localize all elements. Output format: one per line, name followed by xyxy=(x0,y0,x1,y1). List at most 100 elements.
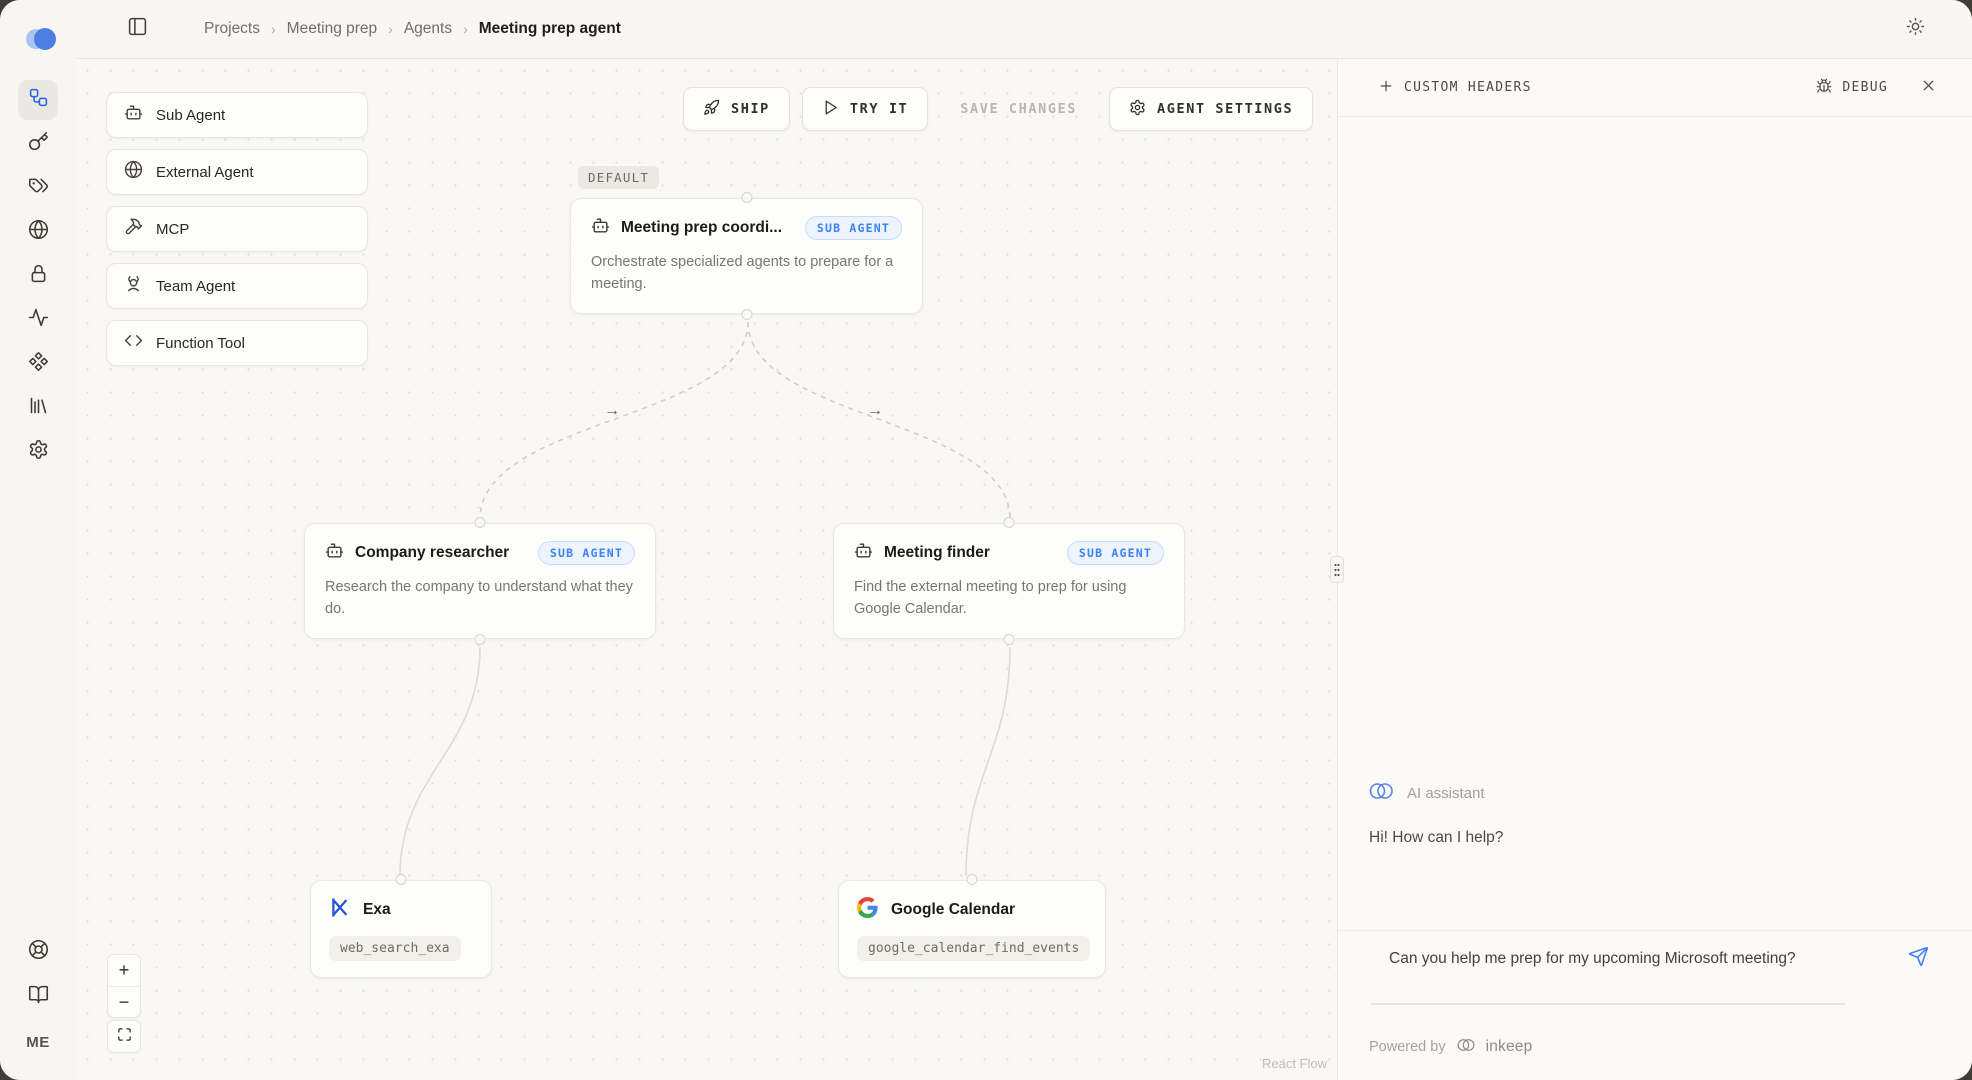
powered-by-label: Powered by xyxy=(1369,1039,1446,1055)
node-title: Meeting finder xyxy=(884,544,990,562)
node-title: Google Calendar xyxy=(891,901,1015,919)
breadcrumb-item-agents[interactable]: Agents xyxy=(404,20,452,38)
hammer-icon xyxy=(124,217,143,241)
node-title: Exa xyxy=(363,901,391,919)
rail-item-tags[interactable] xyxy=(18,168,58,208)
try-it-button-label: TRY IT xyxy=(850,101,908,117)
breadcrumb: Projects › Meeting prep › Agents › Meeti… xyxy=(204,20,621,38)
inkeep-brand-label: inkeep xyxy=(1486,1038,1533,1056)
node-handle[interactable] xyxy=(967,874,978,885)
sub-agent-badge: SUB AGENT xyxy=(805,216,902,240)
send-button[interactable] xyxy=(1908,946,1932,970)
flow-canvas[interactable]: → → Sub Agent External Agent MCP Team Ag… xyxy=(76,59,1337,1080)
palette-item-function-tool[interactable]: Function Tool xyxy=(106,320,368,366)
default-group-tag: DEFAULT xyxy=(578,166,659,189)
app-logo-icon[interactable] xyxy=(22,24,60,54)
canvas-zoom-controls: + − xyxy=(107,954,141,1053)
node-handle[interactable] xyxy=(1004,634,1015,645)
bot-icon xyxy=(854,541,873,565)
rail-item-activity[interactable] xyxy=(18,300,58,340)
send-icon xyxy=(1908,954,1929,971)
book-open-icon xyxy=(28,984,49,1010)
rail-item-keys[interactable] xyxy=(18,124,58,164)
sun-icon xyxy=(1906,17,1925,41)
gear-icon xyxy=(1129,99,1146,120)
agent-builder-window: ME Projects › Meeting prep › Agents › Me… xyxy=(0,0,1972,1080)
rail-item-docs[interactable] xyxy=(18,977,58,1017)
powered-by-footer[interactable]: Powered by inkeep xyxy=(1369,1036,1532,1058)
assistant-panel: CUSTOM HEADERS DEBUG AI assistant Hi! Ho… xyxy=(1337,59,1972,1080)
rail-item-graph[interactable] xyxy=(18,80,58,120)
bot-icon xyxy=(591,216,610,240)
node-company-researcher[interactable]: Company researcher SUB AGENT Research th… xyxy=(304,523,656,639)
palette-item-team-agent[interactable]: Team Agent xyxy=(106,263,368,309)
node-handle[interactable] xyxy=(475,634,486,645)
zoom-out-button[interactable]: − xyxy=(108,986,140,1017)
node-handle[interactable] xyxy=(396,874,407,885)
agent-settings-button[interactable]: AGENT SETTINGS xyxy=(1109,87,1313,131)
edge-direction-arrow: → xyxy=(867,402,883,420)
users-icon xyxy=(124,274,143,298)
palette-item-label: External Agent xyxy=(156,164,254,181)
bot-icon xyxy=(325,541,344,565)
assistant-greeting-message: Hi! How can I help? xyxy=(1369,829,1503,847)
workflow-icon xyxy=(28,87,49,113)
fit-view-button[interactable] xyxy=(108,1021,140,1052)
chat-input-container[interactable]: Can you help me prep for my upcoming Mic… xyxy=(1338,930,1972,1003)
rail-item-library[interactable] xyxy=(18,388,58,428)
react-flow-attribution[interactable]: React Flow xyxy=(1262,1056,1327,1071)
ship-button[interactable]: SHIP xyxy=(683,87,790,131)
canvas-toolbar: SHIP TRY IT SAVE CHANGES AGENT SETTINGS xyxy=(683,87,1313,131)
edge-coordinator-finder xyxy=(748,322,1010,519)
breadcrumb-current-page: Meeting prep agent xyxy=(479,20,621,38)
node-handle[interactable] xyxy=(741,192,752,203)
debug-button[interactable]: DEBUG xyxy=(1816,78,1888,98)
tool-id-tag: google_calendar_find_events xyxy=(857,936,1090,961)
panel-left-icon xyxy=(127,16,148,42)
palette-item-sub-agent[interactable]: Sub Agent xyxy=(106,92,368,138)
palette-item-label: MCP xyxy=(156,221,189,238)
user-avatar[interactable]: ME xyxy=(18,1022,58,1062)
node-handle[interactable] xyxy=(741,309,752,320)
node-meeting-finder[interactable]: Meeting finder SUB AGENT Find the extern… xyxy=(833,523,1185,639)
theme-toggle-button[interactable] xyxy=(1898,12,1932,46)
life-buoy-icon xyxy=(28,939,49,965)
breadcrumb-separator: › xyxy=(463,21,468,37)
maximize-icon xyxy=(117,1026,132,1047)
panel-resize-handle[interactable] xyxy=(1330,556,1344,583)
library-icon xyxy=(28,395,49,421)
rail-item-globe[interactable] xyxy=(18,212,58,252)
rail-item-help[interactable] xyxy=(18,932,58,972)
palette-item-external-agent[interactable]: External Agent xyxy=(106,149,368,195)
bug-icon xyxy=(1816,78,1832,98)
rail-item-credentials[interactable] xyxy=(18,256,58,296)
zoom-in-button[interactable]: + xyxy=(108,955,140,986)
node-meeting-prep-coordinator[interactable]: Meeting prep coordi... SUB AGENT Orchest… xyxy=(570,198,923,314)
bot-icon xyxy=(124,103,143,127)
node-exa-tool[interactable]: Exa web_search_exa xyxy=(310,880,492,978)
node-handle[interactable] xyxy=(1004,517,1015,528)
assistant-name: AI assistant xyxy=(1407,785,1485,802)
close-panel-button[interactable] xyxy=(1914,74,1942,102)
node-handle[interactable] xyxy=(475,517,486,528)
try-it-button[interactable]: TRY IT xyxy=(802,87,928,131)
rail-item-components[interactable] xyxy=(18,344,58,384)
breadcrumb-item-meeting-prep[interactable]: Meeting prep xyxy=(287,20,377,38)
palette-item-mcp[interactable]: MCP xyxy=(106,206,368,252)
assistant-panel-header: CUSTOM HEADERS DEBUG xyxy=(1338,59,1972,117)
save-changes-button-label: SAVE CHANGES xyxy=(960,101,1077,117)
code-icon xyxy=(124,331,143,355)
rail-item-settings[interactable] xyxy=(18,432,58,472)
google-logo-icon xyxy=(857,897,878,923)
chat-input[interactable]: Can you help me prep for my upcoming Mic… xyxy=(1389,946,1839,972)
save-changes-button[interactable]: SAVE CHANGES xyxy=(940,87,1097,131)
custom-headers-button[interactable]: CUSTOM HEADERS xyxy=(1378,78,1532,98)
inkeep-logo-icon xyxy=(1368,779,1395,808)
sidebar-toggle-button[interactable] xyxy=(120,12,154,46)
gear-icon xyxy=(28,439,49,465)
breadcrumb-separator: › xyxy=(271,21,276,37)
node-description: Orchestrate specialized agents to prepar… xyxy=(591,251,902,295)
breadcrumb-item-projects[interactable]: Projects xyxy=(204,20,260,38)
node-google-calendar-tool[interactable]: Google Calendar google_calendar_find_eve… xyxy=(838,880,1106,978)
ship-button-label: SHIP xyxy=(731,101,770,117)
